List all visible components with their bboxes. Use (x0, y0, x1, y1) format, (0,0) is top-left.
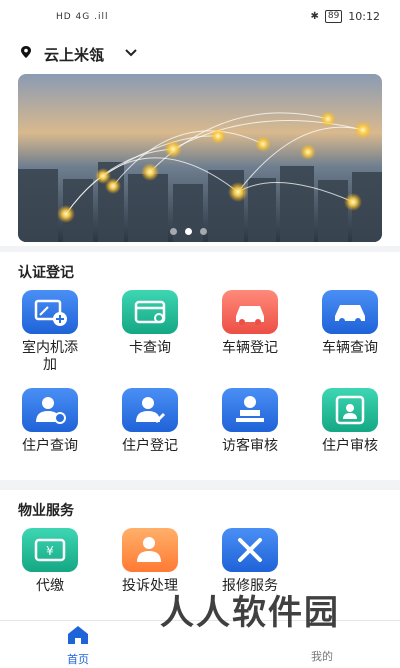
pagination-dot[interactable] (200, 228, 207, 235)
payment-icon: ¥ (22, 528, 78, 572)
bluetooth-icon: ✱ (310, 11, 319, 22)
complaint-icon (122, 528, 178, 572)
banner-image[interactable] (18, 74, 382, 242)
payment-button[interactable]: ¥ 代缴 (6, 528, 94, 595)
pagination-dot[interactable] (170, 228, 177, 235)
section-auth: 认证登记 室内机添加 卡查询 车辆登记 车辆查询 住户查询 住户登记 访客审核 … (0, 252, 400, 480)
svg-text:¥: ¥ (46, 544, 54, 558)
watermark: 人人软件园 (160, 593, 340, 633)
payment-label: 代缴 (36, 578, 64, 594)
car-register-button[interactable]: 车辆登记 (206, 290, 294, 357)
resident-query-button[interactable]: 住户查询 (6, 388, 94, 455)
resident-review-icon (322, 388, 378, 432)
status-right: ✱ 89 10:12 (310, 10, 380, 23)
card-query-button[interactable]: 卡查询 (106, 290, 194, 357)
section-title: 认证登记 (18, 265, 74, 281)
clock: 10:12 (348, 10, 380, 23)
visitor-review-icon (222, 388, 278, 432)
location-pin-icon (21, 46, 31, 58)
indoor-unit-add-label: 室内机添加 (22, 340, 78, 373)
section-title: 物业服务 (18, 503, 74, 519)
pagination-dot-active[interactable] (185, 228, 192, 235)
indoor-unit-add-button[interactable]: 室内机添加 (6, 290, 94, 374)
repair-icon (222, 528, 278, 572)
chevron-down-icon[interactable] (124, 46, 138, 60)
visitor-review-label: 访客审核 (222, 438, 278, 454)
battery-indicator: 89 (324, 10, 343, 23)
indoor-unit-icon (22, 290, 78, 334)
banner[interactable] (0, 72, 400, 246)
signal-indicator: HD 4G .ill (56, 12, 109, 22)
tab-mine-label: 我的 (311, 650, 333, 663)
tab-home-label: 首页 (67, 653, 89, 666)
status-bar: HD 4G .ill ✱ 89 10:12 (0, 0, 400, 36)
resident-query-label: 住户查询 (22, 438, 78, 454)
car-register-label: 车辆登记 (222, 340, 278, 356)
resident-register-icon (122, 388, 178, 432)
car-query-label: 车辆查询 (322, 340, 378, 356)
car-search-icon (322, 290, 378, 334)
card-search-icon (122, 290, 178, 334)
banner-pagination (170, 228, 207, 235)
visitor-review-button[interactable]: 访客审核 (206, 388, 294, 455)
car-query-button[interactable]: 车辆查询 (306, 290, 394, 357)
location-name: 云上米瓴 (44, 46, 105, 64)
resident-review-label: 住户审核 (322, 438, 378, 454)
car-register-icon (222, 290, 278, 334)
card-query-label: 卡查询 (129, 340, 171, 356)
resident-review-button[interactable]: 住户审核 (306, 388, 394, 455)
resident-search-icon (22, 388, 78, 432)
resident-register-label: 住户登记 (122, 438, 178, 454)
home-icon (68, 626, 88, 644)
resident-register-button[interactable]: 住户登记 (106, 388, 194, 455)
location-selector[interactable]: 云上米瓴 (0, 36, 400, 72)
tab-home[interactable]: 首页 (48, 625, 108, 667)
